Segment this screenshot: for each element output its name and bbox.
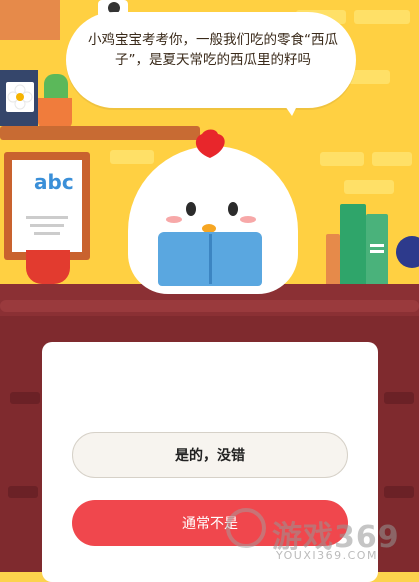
answer-option-yes[interactable]: 是的，没错 bbox=[72, 432, 348, 478]
chick-cheek bbox=[240, 216, 256, 223]
watermark-url: YOUXI369.COM bbox=[276, 549, 378, 562]
poster-line bbox=[34, 232, 60, 235]
watermark-logo bbox=[226, 508, 266, 548]
flower-frame-picture bbox=[6, 82, 34, 112]
counter-plank bbox=[384, 392, 414, 404]
alphabet-poster: abc bbox=[12, 160, 82, 252]
counter-plank bbox=[8, 486, 38, 498]
wall-brick bbox=[110, 150, 154, 164]
flower-icon bbox=[7, 84, 33, 110]
chick-eye-left bbox=[186, 202, 196, 216]
wall-brick bbox=[320, 152, 364, 166]
wall-brick bbox=[372, 152, 412, 166]
question-text: 小鸡宝宝考考你，一般我们吃的零食“西瓜子”，是夏天常吃的西瓜里的籽吗 bbox=[88, 32, 338, 68]
chick-comb-icon bbox=[195, 129, 225, 158]
poster-line bbox=[26, 216, 68, 219]
chick-eye-right bbox=[228, 202, 238, 216]
poster-line bbox=[30, 224, 64, 227]
counter-wave bbox=[0, 300, 419, 312]
poster-letters: abc bbox=[34, 170, 74, 194]
red-cup-icon bbox=[26, 250, 70, 284]
chick-cheek bbox=[166, 216, 182, 223]
book-spine bbox=[209, 234, 212, 284]
wall-brick bbox=[354, 10, 410, 24]
speech-bubble-tail bbox=[278, 96, 302, 116]
wall-shelf bbox=[0, 126, 200, 140]
counter-plank bbox=[384, 486, 414, 498]
top-books bbox=[0, 0, 60, 40]
counter-plank bbox=[10, 392, 40, 404]
wall-brick bbox=[344, 180, 394, 194]
plant-pot bbox=[38, 98, 72, 128]
